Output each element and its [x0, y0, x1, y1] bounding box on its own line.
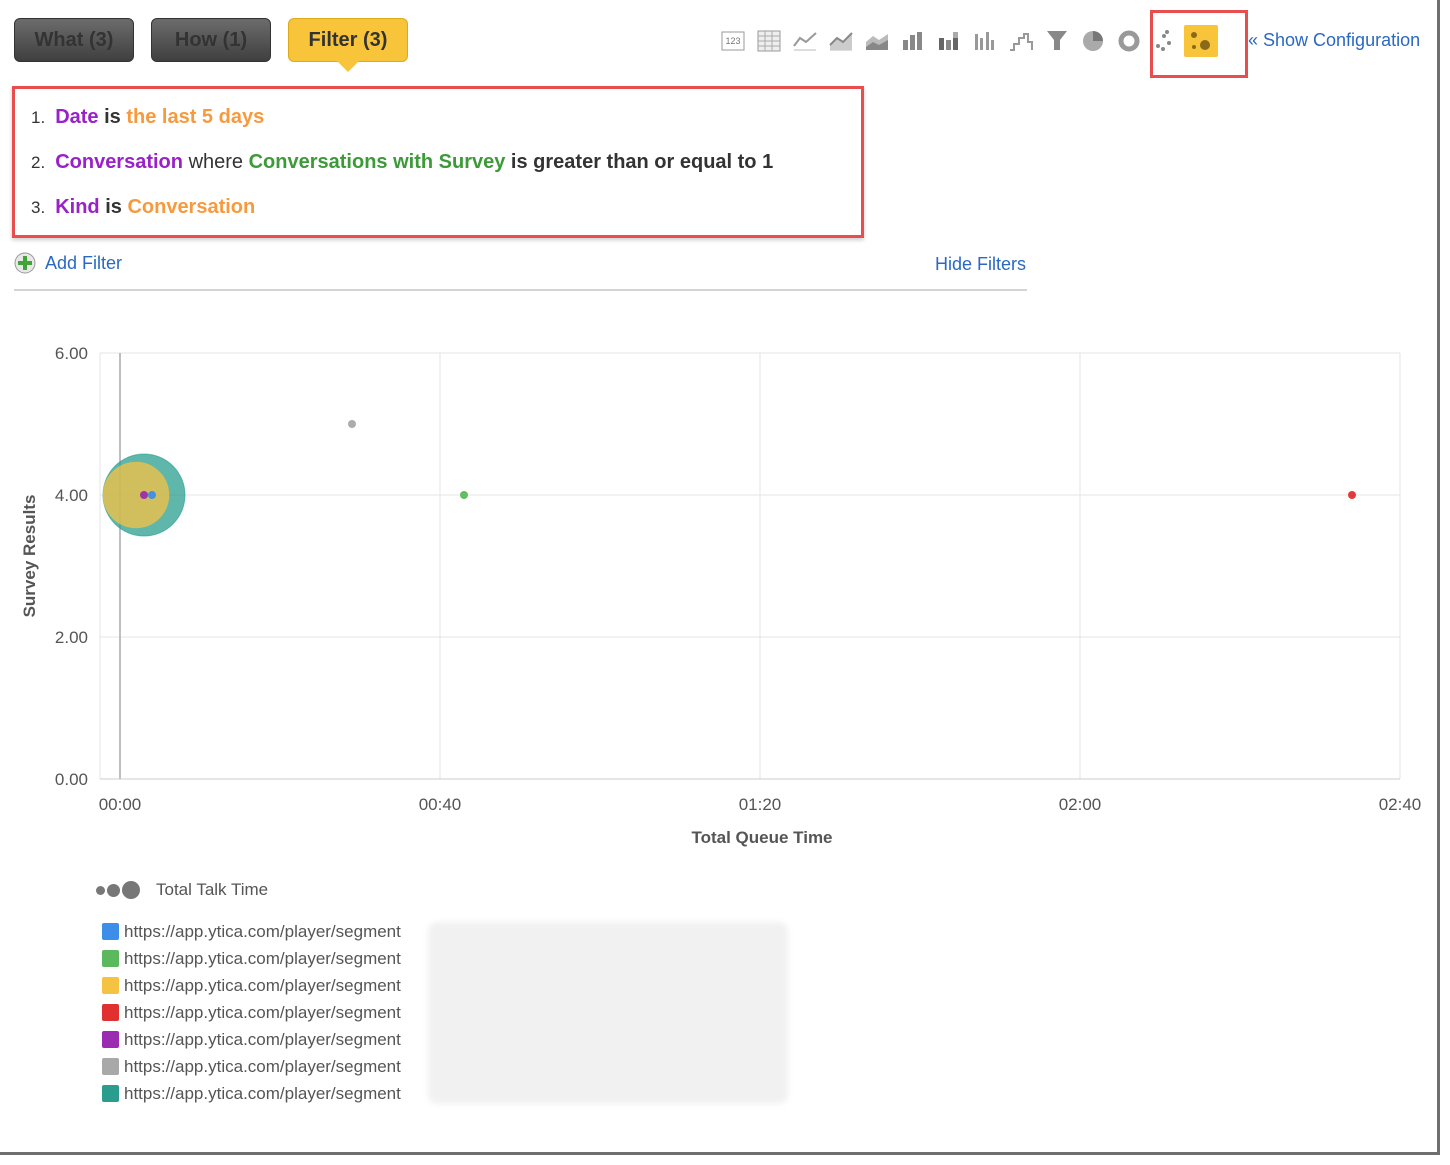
area-icon[interactable]	[864, 28, 890, 54]
show-configuration-link[interactable]: « Show Configuration	[1248, 30, 1420, 51]
legend-item[interactable]: https://app.ytica.com/player/segment	[102, 1080, 401, 1107]
bubble	[102, 461, 170, 529]
bubble	[148, 491, 156, 499]
legend-item[interactable]: https://app.ytica.com/player/segment	[102, 1026, 401, 1053]
legend-item[interactable]: https://app.ytica.com/player/segment	[102, 999, 401, 1026]
funnel-icon[interactable]	[1044, 28, 1070, 54]
bubble	[1348, 491, 1356, 499]
add-filter-button[interactable]: Add Filter	[14, 252, 122, 274]
y-tick-label: 6.00	[55, 344, 88, 363]
svg-text:123: 123	[725, 36, 740, 46]
legend-swatch	[102, 1031, 119, 1048]
x-axis-title: Total Queue Time	[691, 828, 832, 847]
filter-item[interactable]: 1. Date is the last 5 days	[31, 106, 264, 129]
line-area-icon[interactable]	[828, 28, 854, 54]
step-icon[interactable]	[1008, 28, 1034, 54]
size-legend-label: Total Talk Time	[156, 880, 269, 899]
y-tick-label: 0.00	[55, 770, 88, 789]
filter-item[interactable]: 3. Kind is Conversation	[31, 196, 255, 219]
legend-item[interactable]: https://app.ytica.com/player/segment	[102, 1053, 401, 1080]
app-window: What (3) How (1) Filter (3) 123 « Show C…	[0, 0, 1440, 1155]
tab-how[interactable]: How (1)	[151, 18, 271, 62]
x-tick-label: 00:00	[99, 795, 142, 814]
hide-filters-link[interactable]: Hide Filters	[935, 254, 1026, 275]
filter-list: 1. Date is the last 5 days 2. Conversation…	[12, 86, 864, 238]
highlight-chart-type	[1150, 10, 1248, 78]
x-tick-label: 02:40	[1379, 795, 1422, 814]
donut-icon[interactable]	[1116, 28, 1142, 54]
bubble	[140, 491, 148, 499]
pie-icon[interactable]	[1080, 28, 1106, 54]
bubble	[460, 491, 468, 499]
plus-icon	[14, 252, 36, 274]
legend-item[interactable]: https://app.ytica.com/player/segment	[102, 918, 401, 945]
size-legend: Total Talk Time	[96, 880, 268, 900]
column-icon[interactable]	[972, 28, 998, 54]
divider	[14, 289, 1027, 291]
legend-swatch	[102, 1085, 119, 1102]
x-tick-label: 01:20	[739, 795, 782, 814]
legend-swatch	[102, 977, 119, 994]
y-tick-label: 4.00	[55, 486, 88, 505]
y-tick-label: 2.00	[55, 628, 88, 647]
series-legend: https://app.ytica.com/player/segment htt…	[102, 918, 401, 1107]
legend-swatch	[102, 923, 119, 940]
add-filter-label: Add Filter	[45, 252, 123, 273]
size-legend-dots	[96, 881, 142, 899]
legend-item[interactable]: https://app.ytica.com/player/segment	[102, 945, 401, 972]
x-tick-label: 00:40	[419, 795, 462, 814]
legend-swatch	[102, 950, 119, 967]
table-icon[interactable]	[756, 28, 782, 54]
legend-swatch	[102, 1004, 119, 1021]
x-tick-label: 02:00	[1059, 795, 1102, 814]
redacted-area	[428, 922, 788, 1104]
filter-item[interactable]: 2. Conversation where Conversations with …	[31, 151, 773, 174]
y-axis-title: Survey Results	[20, 495, 39, 618]
bar-icon[interactable]	[900, 28, 926, 54]
legend-swatch	[102, 1058, 119, 1075]
line-icon[interactable]	[792, 28, 818, 54]
stacked-bar-icon[interactable]	[936, 28, 962, 54]
legend-item[interactable]: https://app.ytica.com/player/segment	[102, 972, 401, 999]
bubble	[348, 420, 356, 428]
tab-filter[interactable]: Filter (3)	[288, 18, 408, 72]
bubble-chart: 0.00 2.00 4.00 6.00 00:00 00:40 01:20 02:00 02:4…	[20, 344, 1422, 847]
tab-what[interactable]: What (3)	[14, 18, 134, 62]
number-icon[interactable]: 123	[720, 28, 746, 54]
